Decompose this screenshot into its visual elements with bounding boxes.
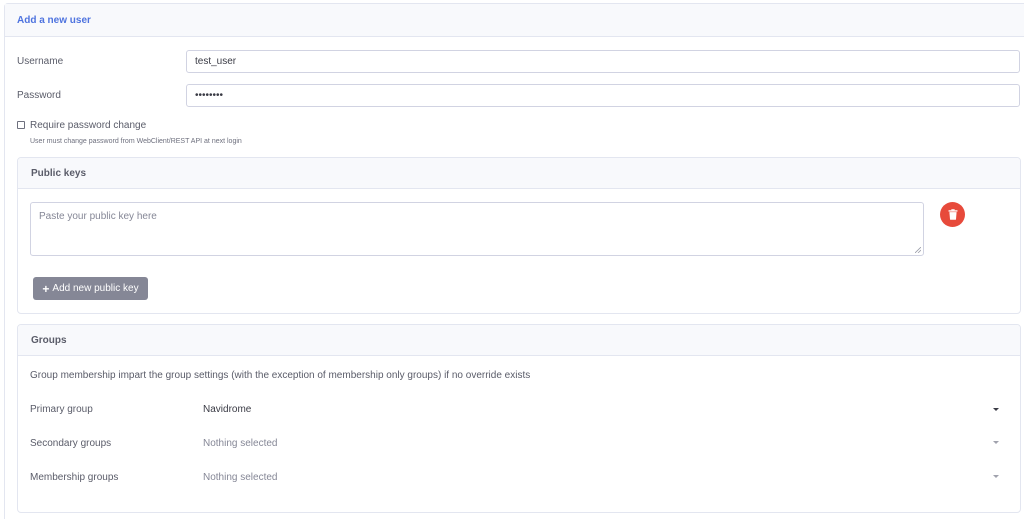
card-header: Add a new user [5,4,1024,37]
delete-public-key-button[interactable] [940,202,965,227]
groups-description: Group membership impart the group settin… [30,370,531,381]
membership-groups-label: Membership groups [30,472,119,483]
groups-title: Groups [31,335,67,346]
membership-groups-select[interactable]: Nothing selected [203,472,278,483]
public-keys-title: Public keys [31,168,87,179]
public-key-placeholder: Paste your public key here [39,211,157,222]
chevron-down-icon[interactable] [993,475,999,478]
public-key-textarea[interactable]: Paste your public key here [30,202,924,256]
groups-card: Groups [17,324,1021,513]
add-public-key-button[interactable]: + Add new public key [33,277,148,300]
username-input[interactable]: test_user [186,50,1020,73]
require-password-change-checkbox[interactable] [17,121,25,129]
require-password-change-hint: User must change password from WebClient… [30,138,242,145]
primary-group-label: Primary group [30,404,93,415]
password-input[interactable]: •••••••• [186,84,1020,107]
page-title: Add a new user [17,15,91,26]
username-label: Username [17,56,64,67]
add-public-key-label: Add new public key [52,283,139,294]
primary-group-select[interactable]: Navidrome [203,404,251,415]
trash-icon [948,209,957,220]
public-keys-header: Public keys [18,158,1020,189]
chevron-down-icon[interactable] [993,441,999,444]
plus-icon: + [42,281,50,296]
chevron-down-icon[interactable] [993,408,999,411]
secondary-groups-select[interactable]: Nothing selected [203,438,278,449]
require-password-change-label[interactable]: Require password change [30,120,146,131]
password-label: Password [17,90,61,101]
resize-grip-icon[interactable] [915,247,921,253]
secondary-groups-label: Secondary groups [30,438,112,449]
groups-header: Groups [18,325,1020,356]
